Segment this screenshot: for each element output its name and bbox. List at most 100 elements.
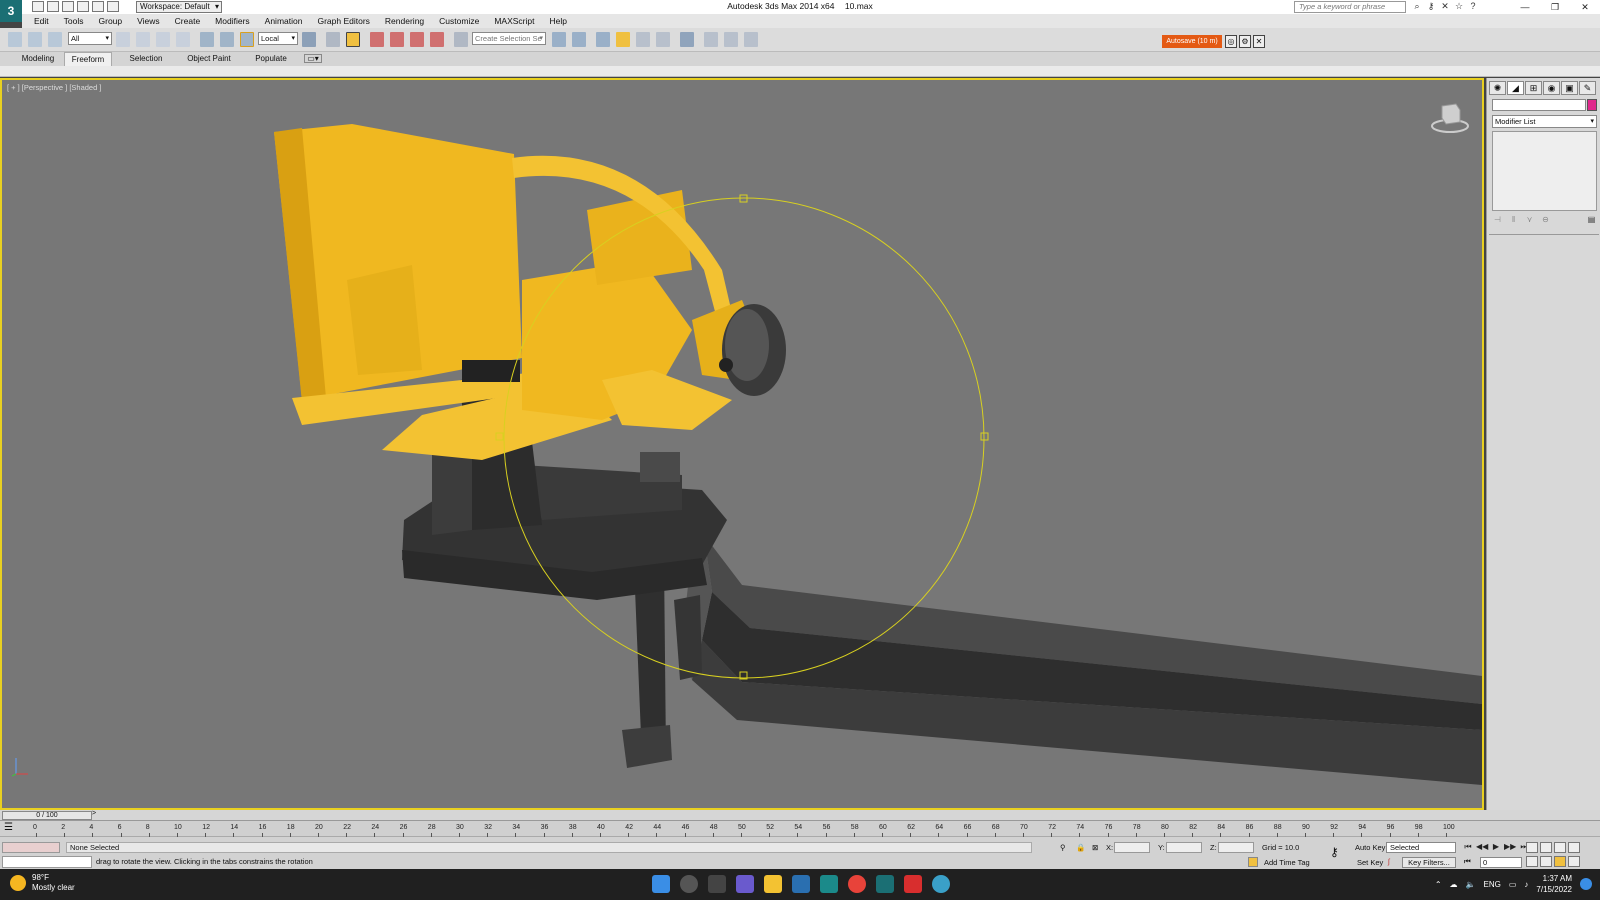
named-selection-set-dropdown[interactable]: Create Selection Se ▾ — [472, 32, 546, 45]
add-time-tag[interactable]: Add Time Tag — [1264, 858, 1310, 867]
autosave-cancel-icon[interactable]: ✕ — [1253, 35, 1265, 48]
app-logo-button[interactable]: 3 — [0, 0, 22, 22]
workspace-dropdown[interactable]: Workspace: Default ▾ — [136, 1, 222, 13]
scene-canvas[interactable] — [2, 80, 1482, 808]
app-3dsmax-icon[interactable] — [820, 875, 838, 893]
select-object-icon[interactable] — [116, 32, 130, 47]
language-indicator[interactable]: ENG — [1484, 880, 1501, 889]
speaker-icon[interactable]: 🔈 — [1466, 880, 1476, 889]
render-setup-icon[interactable] — [724, 32, 738, 47]
menu-modifiers[interactable]: Modifiers — [215, 16, 249, 26]
go-to-start-icon[interactable]: ⏮ — [1462, 842, 1474, 853]
photos-icon[interactable] — [792, 875, 810, 893]
track-bar[interactable]: ☰ 0 2 4 6 8 10 12 14 16 18 20 22 24 26 28 30 32 34 36 38 40 4… — [0, 821, 1600, 837]
modifier-stack[interactable] — [1492, 131, 1597, 211]
volume-icon[interactable]: ♪ — [1524, 880, 1528, 889]
chrome-icon[interactable] — [848, 875, 866, 893]
key-mode-dropdown[interactable]: Selected — [1386, 842, 1456, 853]
tab-modeling[interactable]: Modeling — [14, 52, 62, 66]
create-tab-icon[interactable]: ✺ — [1489, 81, 1506, 95]
scene-explorer-icon[interactable] — [596, 32, 610, 47]
make-unique-icon[interactable]: ⋎ — [1524, 215, 1535, 226]
save-file-icon[interactable] — [62, 1, 74, 12]
selection-lock-icon[interactable]: 🔒 — [1076, 843, 1085, 852]
menu-create[interactable]: Create — [175, 16, 201, 26]
tab-selection[interactable]: Selection — [122, 52, 170, 66]
menu-graph-editors[interactable]: Graph Editors — [317, 16, 369, 26]
acrobat-icon[interactable] — [904, 875, 922, 893]
open-file-icon[interactable] — [47, 1, 59, 12]
rotate-icon[interactable] — [220, 32, 234, 47]
unlink-icon[interactable] — [28, 32, 42, 47]
material-editor-icon[interactable] — [704, 32, 718, 47]
schematic-view-icon[interactable] — [680, 32, 694, 47]
object-color-swatch[interactable] — [1587, 99, 1597, 111]
viewport-label[interactable]: [ + ] [Perspective ] [Shaded ] — [7, 83, 101, 92]
cloud-icon[interactable]: ☁ — [1450, 880, 1458, 889]
clock[interactable]: 1:37 AM 7/15/2022 — [1536, 873, 1572, 895]
curve-editor-icon[interactable] — [656, 32, 670, 47]
previous-frame-icon[interactable]: ◀◀ — [1476, 842, 1488, 853]
modifier-list-dropdown[interactable]: Modifier List ▾ — [1492, 115, 1597, 128]
task-view-icon[interactable] — [708, 875, 726, 893]
key-tangent-icon[interactable]: ʃ — [1388, 857, 1390, 866]
move-icon[interactable] — [200, 32, 214, 47]
maximize-viewport-icon[interactable] — [1568, 856, 1580, 867]
minimize-icon[interactable]: — — [1510, 0, 1540, 14]
menu-help[interactable]: Help — [549, 16, 566, 26]
undo-icon[interactable] — [77, 1, 89, 12]
z-coordinate-field[interactable] — [1218, 842, 1254, 853]
menu-views[interactable]: Views — [137, 16, 160, 26]
network-icon[interactable]: ▭ — [1509, 880, 1517, 889]
isolate-selection-icon[interactable]: ⚲ — [1060, 843, 1066, 852]
binoculars-icon[interactable]: ⌕ — [1412, 1, 1422, 12]
key-mode-toggle-icon[interactable]: ⏮ — [1464, 857, 1471, 867]
zoom-icon[interactable] — [1526, 842, 1538, 853]
start-icon[interactable] — [652, 875, 670, 893]
percent-snap-icon[interactable] — [410, 32, 424, 47]
file-explorer-icon[interactable] — [764, 875, 782, 893]
utilities-tab-icon[interactable]: ✎ — [1579, 81, 1596, 95]
rectangular-selection-icon[interactable] — [156, 32, 170, 47]
pan-icon[interactable] — [1540, 856, 1552, 867]
perspective-viewport[interactable]: [ + ] [Perspective ] [Shaded ] — [0, 78, 1484, 810]
spinner-snap-icon[interactable] — [430, 32, 444, 47]
key-filters-button[interactable]: Key Filters... — [1402, 857, 1456, 868]
set-key-button[interactable]: Set Key — [1357, 858, 1383, 867]
ribbon-options-button[interactable]: ▭▾ — [304, 54, 322, 63]
star-icon[interactable]: ☆ — [1454, 1, 1464, 12]
y-coordinate-field[interactable] — [1166, 842, 1202, 853]
current-frame-field[interactable]: 0 — [1480, 857, 1522, 868]
tab-populate[interactable]: Populate — [248, 52, 294, 66]
pivot-center-icon[interactable] — [302, 32, 316, 47]
next-key-icon[interactable]: ▶▶ — [1504, 842, 1516, 853]
mini-curve-editor-icon[interactable]: ☰ — [4, 822, 22, 835]
hierarchy-tab-icon[interactable]: ⊞ — [1525, 81, 1542, 95]
menu-animation[interactable]: Animation — [265, 16, 303, 26]
globe-app-icon[interactable] — [932, 875, 950, 893]
select-by-name-icon[interactable] — [136, 32, 150, 47]
menu-customize[interactable]: Customize — [439, 16, 479, 26]
menu-tools[interactable]: Tools — [64, 16, 84, 26]
display-tab-icon[interactable]: ▣ — [1561, 81, 1578, 95]
show-end-result-icon[interactable]: ‖ — [1508, 215, 1519, 226]
maxscript-listener-input[interactable] — [2, 856, 92, 868]
autosave-settings-icon[interactable]: ⚙ — [1239, 35, 1251, 48]
mirror-icon[interactable] — [552, 32, 566, 47]
scale-icon[interactable] — [240, 32, 254, 47]
menu-group[interactable]: Group — [99, 16, 123, 26]
zoom-all-icon[interactable] — [1540, 842, 1552, 853]
field-of-view-icon[interactable] — [1526, 856, 1538, 867]
keyboard-shortcut-override-icon[interactable] — [346, 32, 360, 47]
select-manipulate-icon[interactable] — [326, 32, 340, 47]
maxscript-listener-top[interactable] — [2, 842, 60, 853]
menu-rendering[interactable]: Rendering — [385, 16, 424, 26]
bind-space-warp-icon[interactable] — [48, 32, 62, 47]
render-frame-icon[interactable] — [744, 32, 758, 47]
set-key-icon[interactable]: ⚷ — [1330, 845, 1339, 859]
tab-freeform[interactable]: Freeform — [64, 52, 112, 66]
close-icon[interactable]: ✕ — [1570, 0, 1600, 14]
new-file-icon[interactable] — [32, 1, 44, 12]
graphite-toggle-icon[interactable] — [636, 32, 650, 47]
notification-icon[interactable] — [1580, 878, 1592, 890]
